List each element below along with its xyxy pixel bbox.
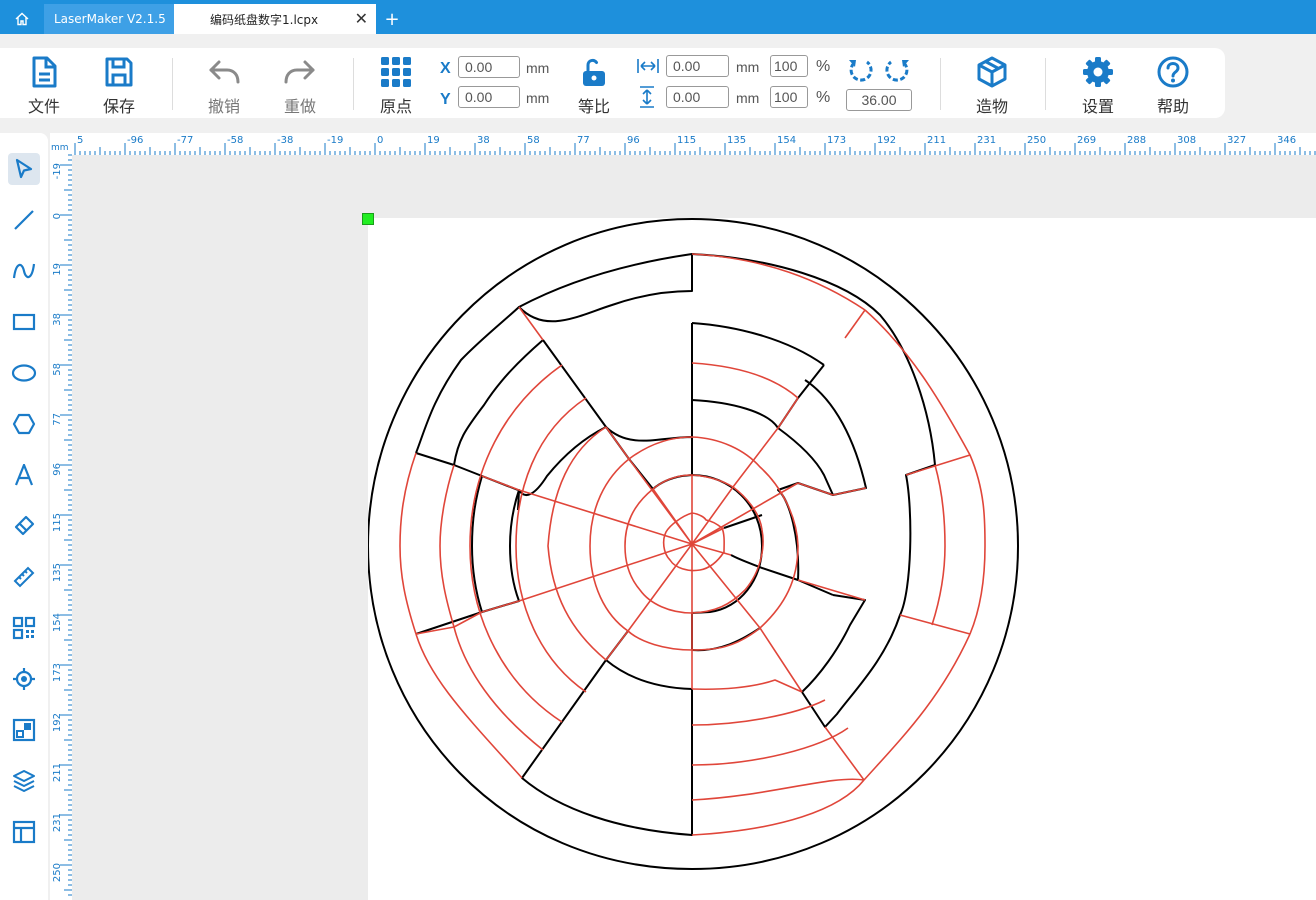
origin-marker[interactable] [362, 213, 374, 225]
encoder-disk-drawing[interactable] [0, 0, 1316, 900]
